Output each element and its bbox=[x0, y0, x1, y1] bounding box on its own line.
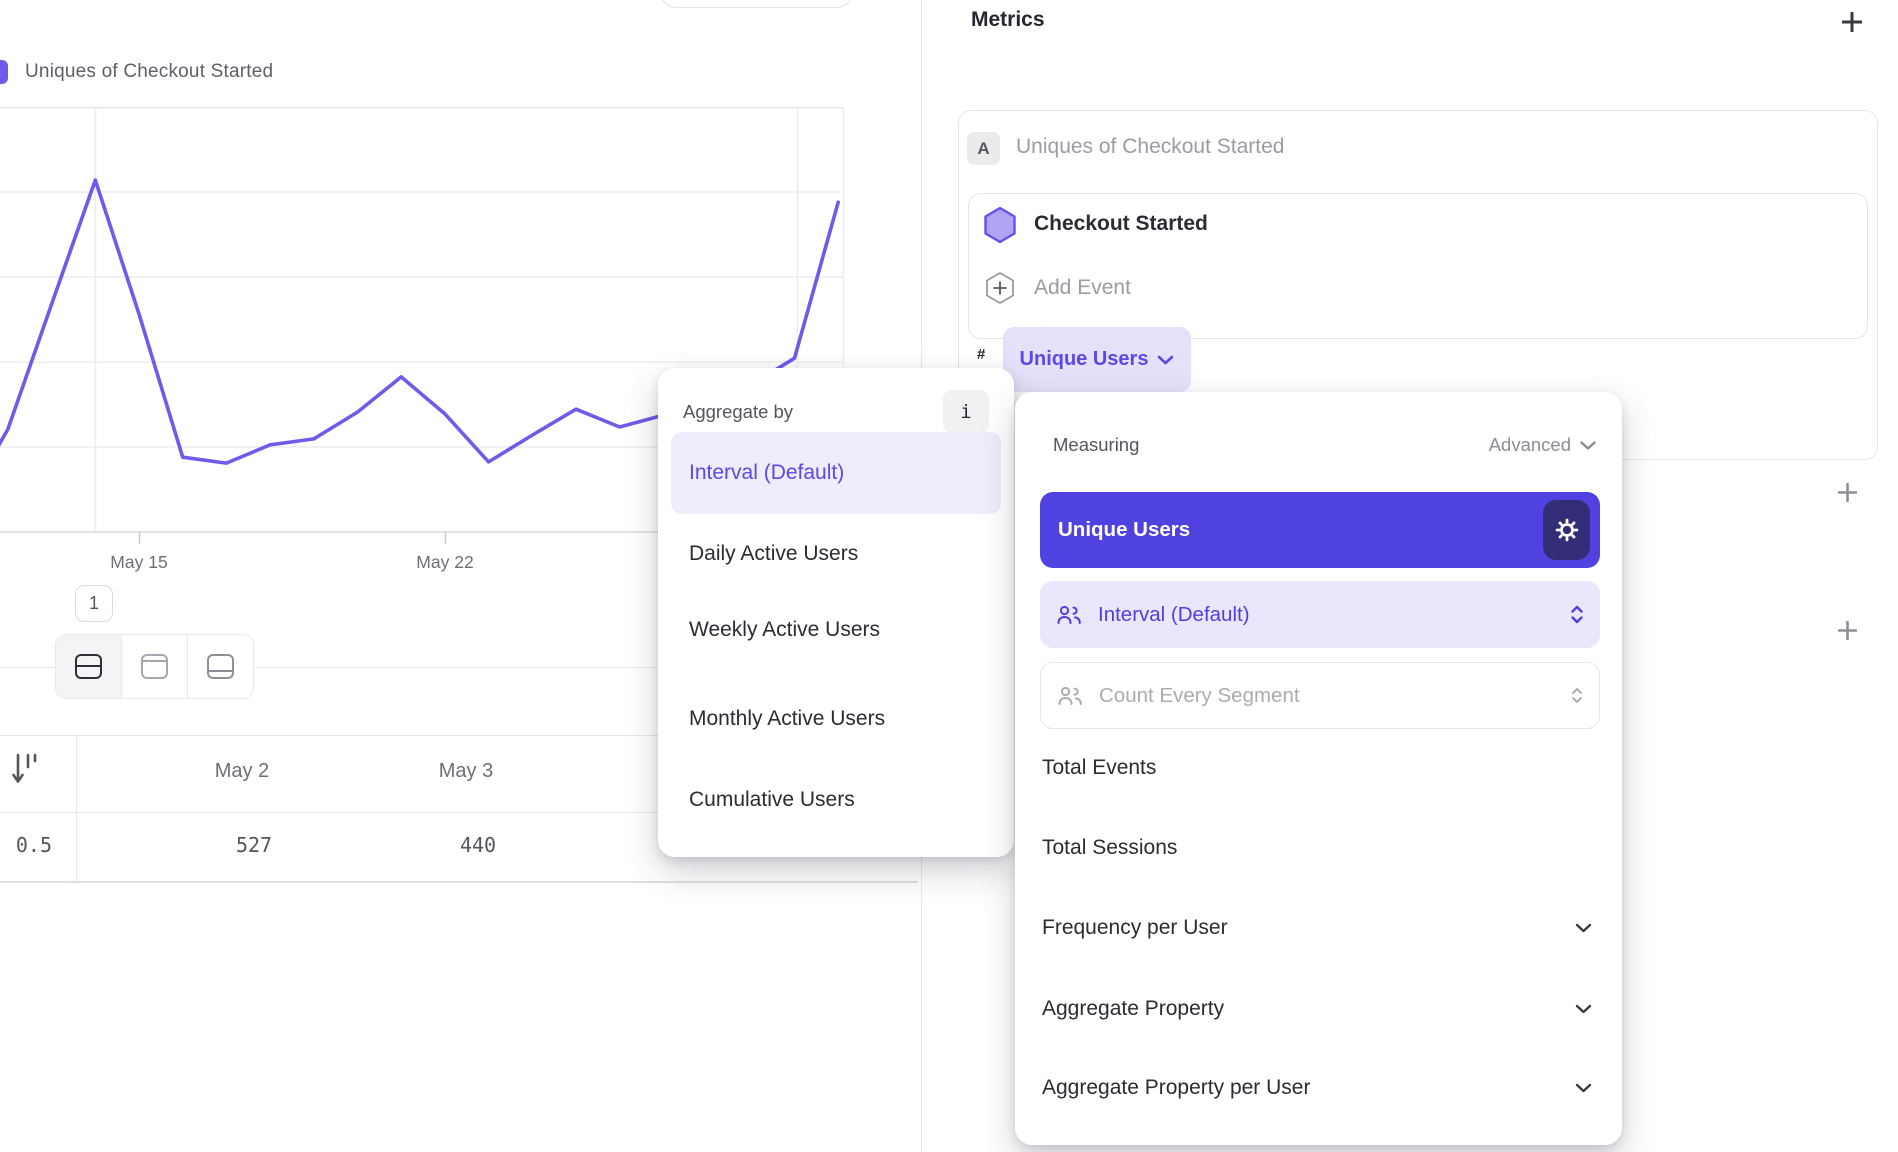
aggregate-by-popup: Aggregate by i Interval (Default) Daily … bbox=[658, 368, 1014, 857]
chart-legend: Uniques of Checkout Started bbox=[0, 58, 273, 86]
add-breakdown-button[interactable] bbox=[1838, 621, 1857, 640]
option-label: Aggregate Property per User bbox=[1042, 1076, 1310, 1100]
x-axis-tick-may22: May 22 bbox=[416, 552, 473, 573]
aggregate-by-title: Aggregate by bbox=[683, 401, 793, 423]
advanced-mode-dropdown[interactable]: Advanced bbox=[1489, 434, 1596, 456]
people-icon bbox=[1057, 685, 1084, 707]
aggregate-option-cumulative[interactable]: Cumulative Users bbox=[689, 788, 855, 812]
aggregate-option-daily[interactable]: Daily Active Users bbox=[689, 542, 858, 566]
measuring-count-every-segment-row[interactable]: Count Every Segment bbox=[1040, 662, 1600, 729]
measuring-option-aggregate-property-per-user[interactable]: Aggregate Property per User bbox=[1042, 1076, 1592, 1100]
layout-split-button[interactable] bbox=[56, 635, 122, 698]
toolbar-pill-clipped[interactable] bbox=[659, 0, 854, 8]
measuring-popup: Measuring Advanced Unique Users bbox=[1015, 392, 1622, 1145]
option-label: Total Events bbox=[1042, 756, 1156, 780]
add-event-hexagon-icon[interactable] bbox=[983, 271, 1017, 305]
table-cell-value: 527 bbox=[236, 833, 272, 857]
option-label: Frequency per User bbox=[1042, 916, 1228, 940]
advanced-mode-label: Advanced bbox=[1489, 434, 1571, 456]
option-label: Total Sessions bbox=[1042, 836, 1177, 860]
event-hexagon-icon bbox=[981, 206, 1019, 244]
unfold-chevrons-icon bbox=[1570, 605, 1584, 624]
chevron-down-icon bbox=[1157, 355, 1174, 365]
add-filter-button[interactable] bbox=[1838, 483, 1857, 502]
info-button[interactable]: i bbox=[943, 390, 989, 433]
panel-top-icon bbox=[141, 654, 168, 679]
metrics-section-title: Metrics bbox=[971, 8, 1045, 32]
table-row-label-clipped: 0.5 bbox=[0, 833, 52, 857]
sort-descending-icon[interactable] bbox=[12, 752, 38, 788]
measuring-option-unique-users-selected[interactable]: Unique Users bbox=[1040, 492, 1600, 568]
chevron-down-icon bbox=[1575, 923, 1592, 933]
measuring-label: Measuring bbox=[1053, 434, 1139, 456]
measuring-option-total-events[interactable]: Total Events bbox=[1042, 756, 1592, 780]
x-axis-tick-may15: May 15 bbox=[110, 552, 167, 573]
interval-row-label: Interval (Default) bbox=[1098, 603, 1570, 627]
counting-method-label: Unique Users bbox=[1020, 348, 1149, 371]
legend-series-label: Uniques of Checkout Started bbox=[25, 61, 273, 83]
layout-chart-only-button[interactable] bbox=[122, 635, 188, 698]
event-name[interactable]: Checkout Started bbox=[1034, 212, 1208, 236]
split-horizontal-icon bbox=[75, 654, 102, 679]
table-bottom-border bbox=[0, 881, 918, 883]
legend-series-marker bbox=[0, 60, 8, 84]
unfold-chevrons-icon bbox=[1571, 687, 1583, 704]
aggregate-option-weekly[interactable]: Weekly Active Users bbox=[689, 618, 880, 642]
settings-gear-button[interactable] bbox=[1543, 500, 1590, 560]
table-header-cell[interactable]: May 2 bbox=[215, 760, 269, 783]
panel-bottom-icon bbox=[207, 654, 234, 679]
page-number-badge[interactable]: 1 bbox=[75, 585, 113, 622]
gear-icon bbox=[1554, 517, 1580, 543]
segment-row-label: Count Every Segment bbox=[1099, 684, 1571, 708]
table-header-cell[interactable]: May 3 bbox=[439, 760, 493, 783]
people-icon bbox=[1056, 604, 1083, 626]
layout-toggle-group bbox=[55, 634, 254, 699]
aggregate-option-interval-selected[interactable]: Interval (Default) bbox=[671, 432, 1001, 514]
counting-method-prefix: # bbox=[977, 346, 985, 363]
add-metric-button[interactable] bbox=[1842, 12, 1862, 32]
add-event-label[interactable]: Add Event bbox=[1034, 276, 1131, 300]
metric-letter-badge: A bbox=[967, 132, 1000, 165]
measuring-interval-row[interactable]: Interval (Default) bbox=[1040, 581, 1600, 648]
chevron-down-icon bbox=[1580, 441, 1596, 450]
chevron-down-icon bbox=[1575, 1083, 1592, 1093]
option-label: Aggregate Property bbox=[1042, 997, 1224, 1021]
measuring-option-total-sessions[interactable]: Total Sessions bbox=[1042, 836, 1592, 860]
layout-table-only-button[interactable] bbox=[188, 635, 253, 698]
chevron-down-icon bbox=[1575, 1004, 1592, 1014]
table-column-divider bbox=[76, 735, 77, 881]
counting-method-chip[interactable]: Unique Users bbox=[1003, 327, 1191, 392]
measuring-option-frequency-per-user[interactable]: Frequency per User bbox=[1042, 916, 1592, 940]
table-cell-value: 440 bbox=[460, 833, 496, 857]
metric-card-title[interactable]: Uniques of Checkout Started bbox=[1016, 135, 1285, 159]
measuring-option-aggregate-property[interactable]: Aggregate Property bbox=[1042, 997, 1592, 1021]
unique-users-label: Unique Users bbox=[1058, 518, 1190, 542]
aggregate-option-monthly[interactable]: Monthly Active Users bbox=[689, 707, 885, 731]
app-window: Uniques of Checkout Started May 15 May 2… bbox=[0, 0, 1898, 1152]
